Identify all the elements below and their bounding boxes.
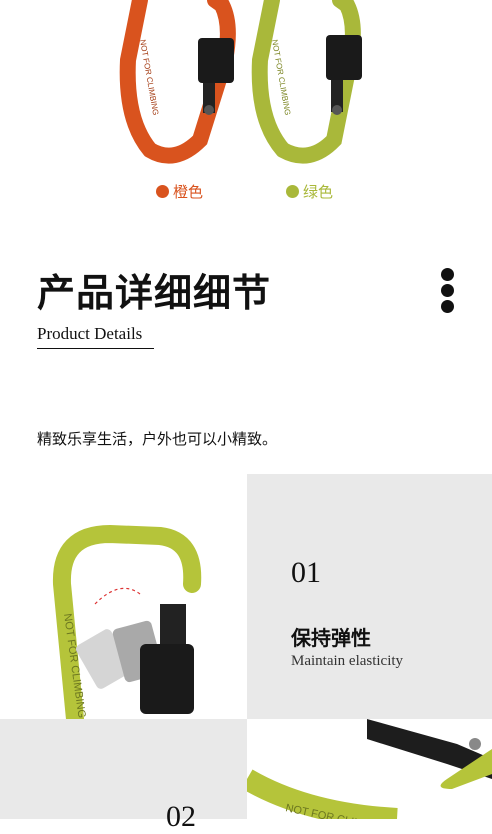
variant-green[interactable]: 绿色 — [286, 180, 333, 202]
tagline: 精致乐享生活，户外也可以小精致。 — [37, 430, 278, 448]
carabiner-pair-image: NOT FOR CLIMBING NOT FOR CLIMBING — [119, 0, 362, 164]
feature-title: 保持弹性 — [291, 626, 371, 650]
subtitle-underline — [37, 348, 154, 349]
carabiner-engraving: NOT FOR CLIMBING — [138, 39, 160, 116]
vertical-dots-icon — [441, 268, 455, 314]
feature-panel-02 — [0, 719, 247, 819]
section-title: 产品详细细节 — [37, 270, 272, 315]
green-swatch-icon — [286, 184, 299, 198]
feature-panel-01 — [247, 474, 492, 719]
orange-swatch-icon — [156, 184, 169, 198]
variant-label: 绿色 — [303, 182, 334, 201]
variant-orange[interactable]: 橙色 — [156, 180, 203, 202]
feature-image-02: NOT FOR CLIMBING — [247, 719, 492, 819]
product-color-images: NOT FOR CLIMBING NOT FOR CLIMBING — [0, 0, 492, 215]
feature-subtitle: Maintain elasticity — [291, 653, 404, 669]
section-subtitle: Product Details — [37, 324, 143, 343]
feature-number: 02 — [166, 800, 196, 833]
variant-label: 橙色 — [173, 182, 204, 201]
feature-number: 01 — [291, 556, 321, 589]
feature-image-01: NOT FOR CLIMBING — [0, 474, 247, 719]
carabiner-engraving: NOT FOR CLIMBING — [270, 39, 292, 116]
